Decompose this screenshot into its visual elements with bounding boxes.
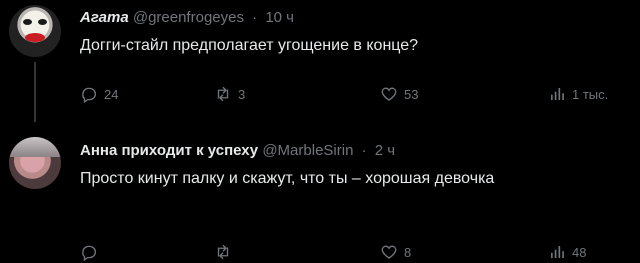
tweet-actions: 24 3 53 1 тыс. [68, 85, 628, 105]
tweet-time[interactable]: 2 ч [375, 142, 395, 159]
avatar[interactable] [9, 137, 61, 189]
reply-icon [82, 245, 97, 261]
author-handle[interactable]: @MarbleSirin [262, 142, 353, 159]
author-handle[interactable]: @greenfrogeyes [133, 9, 244, 26]
views-button[interactable]: 48 [548, 243, 586, 261]
reply-button[interactable]: 24 [80, 85, 118, 103]
reply-icon [82, 87, 97, 103]
tweet-actions: 8 48 [68, 243, 628, 263]
views-button[interactable]: 1 тыс. [548, 85, 608, 103]
views-count: 48 [572, 244, 587, 260]
separator: · [252, 9, 258, 26]
avatar-hair [9, 137, 61, 157]
avatar[interactable] [9, 5, 61, 57]
views-icon [551, 88, 564, 100]
views-count: 1 тыс. [572, 86, 609, 102]
reply-count: 24 [104, 86, 119, 102]
tweet-header: Агата @greenfrogeyes · 10 ч [80, 9, 294, 26]
author-name[interactable]: Анна приходит к успеху [80, 142, 258, 159]
separator: · [361, 142, 367, 159]
retweet-count: 3 [238, 86, 246, 102]
tweet-time[interactable]: 10 ч [265, 9, 294, 26]
retweet-button[interactable] [214, 243, 238, 261]
tweet-text: Просто кинут палку и скажут, что ты – хо… [80, 170, 495, 187]
heart-icon [381, 87, 397, 101]
tweet[interactable]: Анна приходит к успеху @MarbleSirin · 2 … [0, 120, 640, 261]
views-icon [551, 246, 564, 258]
like-button[interactable]: 53 [380, 85, 418, 103]
avatar-lips [25, 33, 45, 42]
avatar-eye [38, 19, 47, 25]
like-count: 8 [404, 244, 412, 260]
retweet-icon [217, 86, 229, 102]
like-count: 53 [404, 86, 419, 102]
tweet-text: Догги-стайл предполагает угощение в конц… [80, 37, 419, 54]
author-name[interactable]: Агата [80, 9, 129, 26]
retweet-icon [217, 244, 229, 260]
avatar-eye [23, 19, 32, 25]
thread-line [34, 62, 36, 122]
like-button[interactable]: 8 [380, 243, 411, 261]
tweet-header: Анна приходит к успеху @MarbleSirin · 2 … [80, 142, 395, 159]
heart-icon [381, 245, 397, 259]
retweet-button[interactable]: 3 [214, 85, 245, 103]
reply-button[interactable] [80, 243, 104, 261]
tweet[interactable]: Агата @greenfrogeyes · 10 ч Догги-стайл … [0, 0, 640, 122]
